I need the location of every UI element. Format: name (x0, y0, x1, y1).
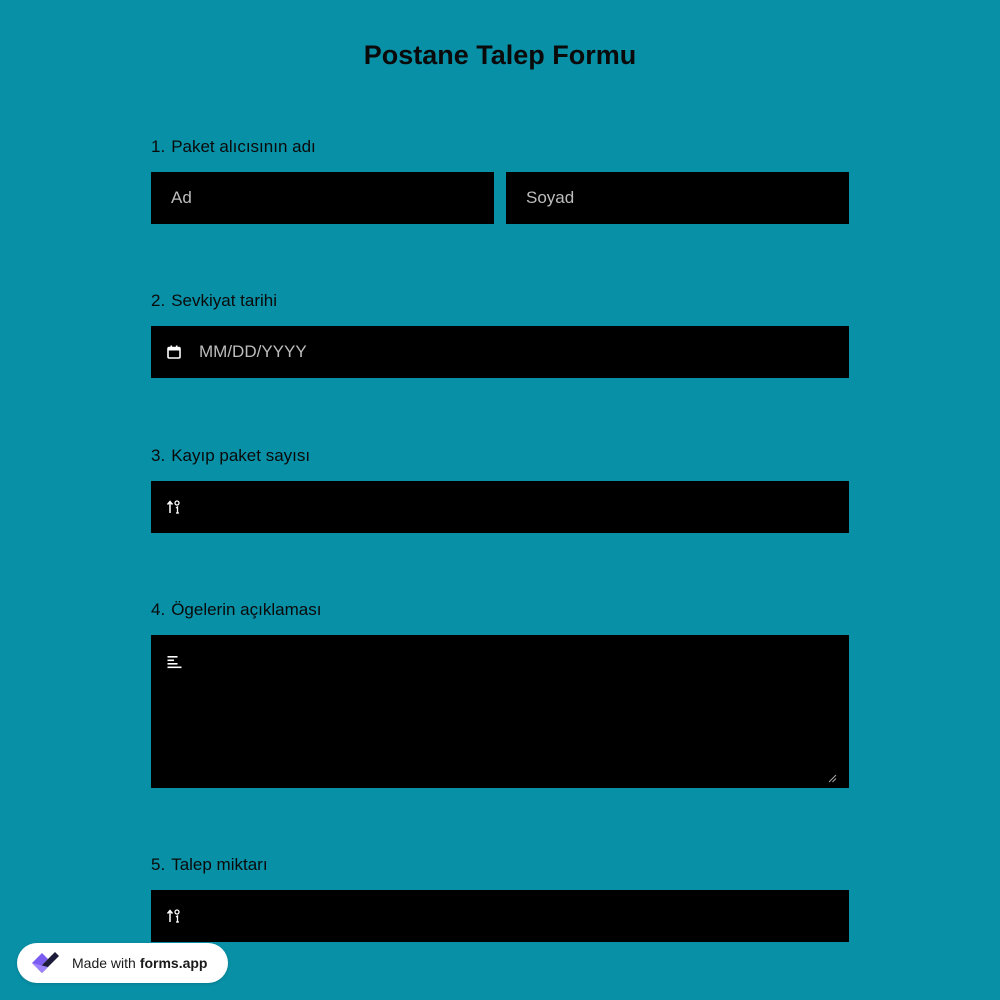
lost-package-count-input[interactable] (182, 481, 849, 533)
first-name-field[interactable] (151, 172, 494, 224)
claim-amount-field[interactable] (151, 890, 849, 942)
claim-amount-input[interactable] (182, 890, 849, 942)
shipping-date-field[interactable] (151, 326, 849, 378)
question-4-label: 4. Ögelerin açıklaması (151, 600, 321, 620)
shipping-date-input[interactable] (182, 326, 849, 378)
items-description-field[interactable] (151, 635, 849, 788)
number-sort-icon (166, 908, 182, 924)
forms-app-logo-icon (26, 946, 66, 980)
question-3-label: 3. Kayıp paket sayısı (151, 446, 310, 466)
last-name-field[interactable] (506, 172, 849, 224)
made-with-text: Made with (72, 955, 136, 971)
question-4-number: 4. (151, 600, 166, 619)
question-1-text: Paket alıcısının adı (171, 137, 316, 156)
form-title: Postane Talep Formu (363, 40, 637, 70)
question-4-text: Ögelerin açıklaması (171, 600, 322, 619)
last-name-input[interactable] (526, 172, 849, 224)
question-3-text: Kayıp paket sayısı (171, 446, 311, 465)
question-3-number: 3. (151, 446, 166, 465)
question-5-text: Talep miktarı (171, 855, 268, 874)
number-sort-icon (166, 499, 182, 515)
items-description-textarea[interactable] (182, 635, 849, 788)
resize-handle-icon[interactable] (828, 770, 837, 783)
question-1-number: 1. (151, 137, 166, 156)
question-5-label: 5. Talep miktarı (151, 855, 268, 875)
question-5-number: 5. (151, 855, 166, 874)
form-page: Postane Talep Formu 1. Paket alıcısının a… (0, 0, 1000, 1000)
calendar-icon[interactable] (166, 344, 182, 360)
question-2-label: 2. Sevkiyat tarihi (151, 291, 277, 311)
question-1-label: 1. Paket alıcısının adı (151, 137, 316, 157)
first-name-input[interactable] (171, 172, 494, 224)
lost-package-count-field[interactable] (151, 481, 849, 533)
text-lines-icon (166, 654, 182, 670)
made-with-forms-app-badge[interactable]: Made with forms.app (17, 943, 228, 983)
question-2-number: 2. (151, 291, 166, 310)
question-2-text: Sevkiyat tarihi (171, 291, 278, 310)
brand-name: forms.app (139, 955, 208, 971)
